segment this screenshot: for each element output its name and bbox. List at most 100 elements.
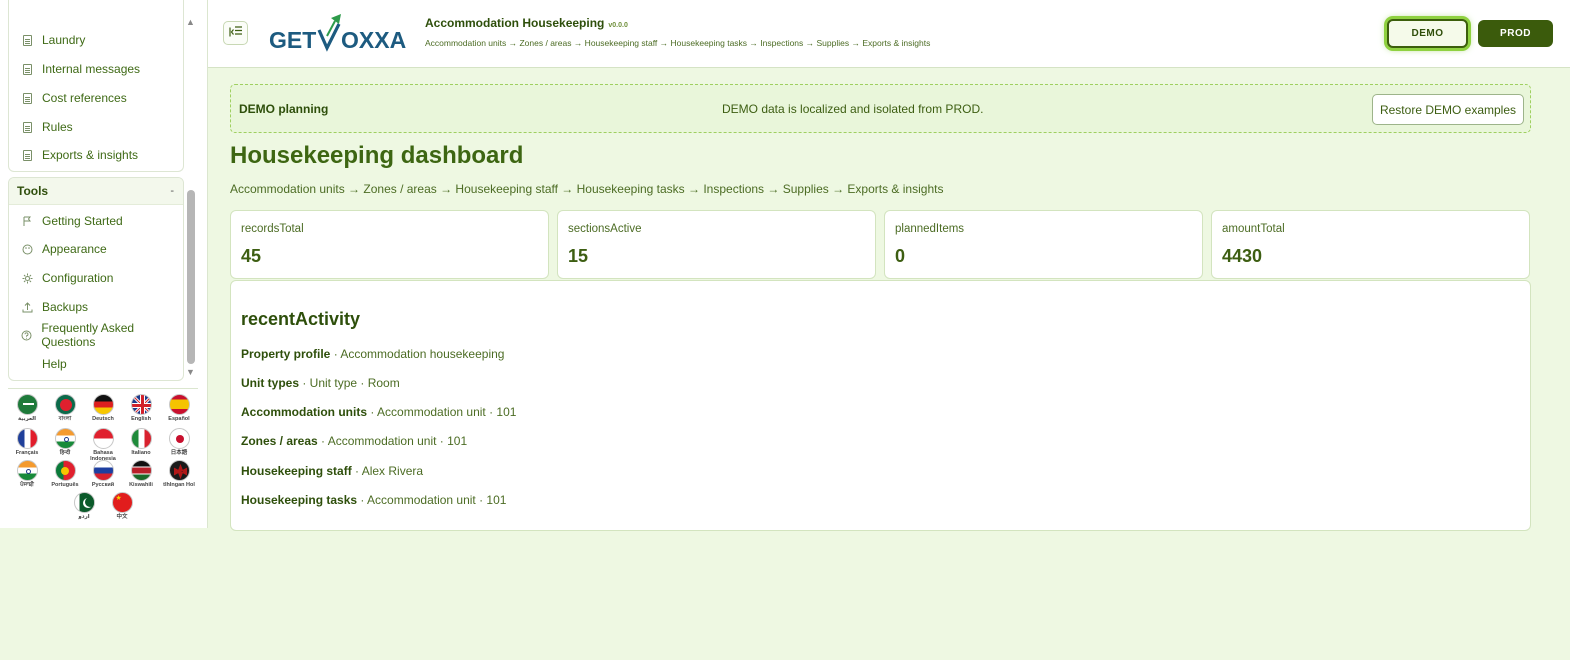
banner-message: DEMO data is localized and isolated from… (722, 102, 984, 116)
sidebar-item-label: Backups (42, 300, 89, 314)
activity-row: Housekeeping staff · Alex Rivera (241, 464, 423, 478)
flag-pakistan-icon (73, 492, 95, 513)
stat-label: sectionsActive (568, 223, 642, 235)
flag-germany-icon (92, 394, 114, 415)
sidebar-item-rules[interactable]: Rules (9, 116, 73, 138)
sidebar-item-cost-references[interactable]: Cost references (9, 87, 127, 109)
language-pa[interactable]: ਪੰਜਾਬੀ (8, 460, 46, 488)
activity-row: Unit types · Unit type · Room (241, 376, 400, 390)
activity-name: Housekeeping staff (241, 464, 352, 478)
tools-section-title: Tools (17, 184, 49, 198)
stat-card-sections-active: sectionsActive 15 (557, 210, 876, 279)
sidebar-item-label: Rules (42, 120, 73, 134)
flag-japan-icon (168, 428, 190, 449)
tools-section-header[interactable]: Tools - (9, 178, 183, 205)
sidebar-item-faq[interactable]: Frequently Asked Questions (9, 321, 183, 349)
activity-detail: · Unit type · Room (299, 376, 400, 390)
sidebar-item-help[interactable]: Help (9, 353, 67, 375)
sidebar-item-label: Configuration (42, 271, 114, 285)
sidebar-divider (8, 388, 198, 389)
gear-icon (21, 272, 33, 284)
sidebar-item-label: Laundry (42, 33, 86, 47)
flag-indonesia-icon (92, 428, 114, 449)
svg-text:GET: GET (269, 27, 316, 53)
document-icon (21, 34, 33, 46)
document-icon (21, 121, 33, 133)
stat-label: plannedItems (895, 223, 965, 235)
language-tlh[interactable]: tlhIngan Hol (160, 460, 198, 488)
flag-saudi-arabia-icon (16, 394, 38, 415)
sidebar-scrollbar-thumb[interactable] (187, 190, 195, 364)
sidebar-collapse-button[interactable] (223, 21, 248, 45)
document-icon (21, 63, 33, 75)
flag-italy-icon (130, 428, 152, 449)
language-es[interactable]: Español (160, 394, 198, 422)
flag-klingon-icon (168, 460, 190, 481)
activity-detail: · Accommodation unit · 101 (357, 493, 507, 507)
activity-name: Unit types (241, 376, 300, 390)
sidebar-item-internal-messages[interactable]: Internal messages (9, 58, 140, 80)
language-id[interactable]: Bahasa Indonesia (84, 428, 122, 462)
collapse-sidebar-icon (228, 25, 243, 41)
flag-india-icon (54, 428, 76, 449)
sidebar-item-label: Getting Started (42, 214, 123, 228)
stat-label: recordsTotal (241, 223, 304, 235)
activity-name: Housekeeping tasks (241, 493, 358, 507)
stat-card-amount-total: amountTotal 4430 (1211, 210, 1530, 279)
sidebar-item-appearance[interactable]: Appearance (9, 238, 107, 260)
flag-bangladesh-icon (54, 394, 76, 415)
breadcrumb: Accommodation units → Zones / areas → Ho… (230, 182, 944, 196)
language-ja[interactable]: 日本語 (160, 428, 198, 456)
stat-value: 15 (568, 246, 589, 266)
question-icon (21, 329, 32, 341)
demo-mode-button[interactable]: DEMO (1387, 19, 1468, 48)
flag-icon (21, 215, 33, 227)
sidebar-item-getting-started[interactable]: Getting Started (9, 210, 123, 232)
language-bn[interactable]: বাংলা (46, 394, 84, 422)
flag-china-icon: ★ (111, 492, 133, 513)
language-hi[interactable]: हिन्दी (46, 428, 84, 456)
activity-detail: · Alex Rivera (351, 464, 424, 478)
language-ru[interactable]: Русский (84, 460, 122, 488)
activity-detail: · Accommodation housekeeping (330, 347, 505, 361)
svg-text:OXXA: OXXA (341, 27, 406, 53)
language-sw[interactable]: Kiswahili (122, 460, 160, 488)
app-logo: GET OXXA (269, 14, 411, 54)
language-ur[interactable]: اردو (65, 492, 103, 520)
language-fr[interactable]: Français (8, 428, 46, 456)
flag-india-icon (16, 460, 38, 481)
scroll-down-arrow[interactable]: ▼ (186, 367, 195, 377)
language-de[interactable]: Deutsch (84, 394, 122, 422)
flag-russia-icon (92, 460, 114, 481)
stat-card-records-total: recordsTotal 45 (230, 210, 549, 279)
demo-banner: DEMO planning DEMO data is localized and… (230, 84, 1531, 133)
sidebar-item-label: Frequently Asked Questions (41, 321, 135, 349)
scroll-up-arrow[interactable]: ▲ (186, 17, 195, 27)
palette-icon (21, 243, 33, 255)
activity-title: recentActivity (241, 309, 361, 329)
restore-demo-button[interactable]: Restore DEMO examples (1372, 94, 1524, 125)
sidebar-item-exports-insights[interactable]: Exports & insights (9, 144, 138, 166)
prod-mode-button[interactable]: PROD (1478, 20, 1553, 47)
collapse-toggle[interactable]: - (170, 185, 174, 197)
language-zh[interactable]: ★ 中文 (103, 492, 141, 520)
stat-value: 0 (895, 246, 906, 266)
language-ar[interactable]: العربية (8, 394, 46, 422)
sidebar-item-label: Appearance (42, 242, 107, 256)
sidebar-item-laundry[interactable]: Laundry (9, 29, 85, 51)
document-icon (21, 149, 33, 161)
activity-name: Zones / areas (241, 434, 318, 448)
activity-name: Accommodation units (241, 405, 368, 419)
language-en[interactable]: English (122, 394, 160, 422)
stat-card-planned-items: plannedItems 0 (884, 210, 1203, 279)
stat-value: 4430 (1222, 246, 1263, 266)
language-pt[interactable]: Português (46, 460, 84, 488)
activity-row: Accommodation units · Accommodation unit… (241, 405, 516, 419)
language-it[interactable]: Italiano (122, 428, 160, 456)
stat-value: 45 (241, 246, 262, 266)
activity-row: Housekeeping tasks · Accommodation unit … (241, 493, 506, 507)
sidebar-item-configuration[interactable]: Configuration (9, 267, 113, 289)
flag-uk-icon (130, 394, 152, 415)
sidebar-item-backups[interactable]: Backups (9, 296, 88, 318)
sidebar-item-label: Cost references (42, 91, 127, 105)
